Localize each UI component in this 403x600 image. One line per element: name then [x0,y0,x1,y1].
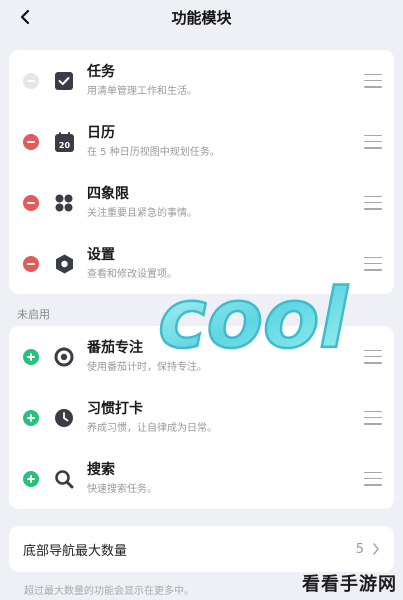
chevron-left-icon [20,9,30,25]
module-row-search[interactable]: 搜索 快速搜索任务。 [9,448,394,509]
chevron-right-icon [373,543,379,555]
four-dots-icon [53,192,75,214]
add-toggle[interactable] [23,470,39,487]
clock-icon [53,407,75,429]
module-desc: 用清单管理工作和生活。 [87,86,197,97]
module-name: 搜索 [87,462,115,478]
calendar-icon: 20 [53,131,75,153]
drag-handle-icon[interactable] [364,256,382,271]
module-name: 习惯打卡 [87,401,143,417]
module-desc: 关注重要且紧急的事情。 [87,208,197,219]
module-name: 四象限 [87,186,129,202]
target-icon [53,346,75,368]
remove-toggle[interactable] [23,255,39,272]
remove-toggle[interactable] [23,194,39,211]
nav-max-value: 5 [355,541,364,557]
drag-handle-icon[interactable] [364,471,382,486]
module-desc: 在 5 种日历视图中规划任务。 [87,147,220,158]
cool-sticker-overlay: cool [157,271,351,369]
module-row-tasks[interactable]: 任务 用清单管理工作和生活。 [9,50,394,111]
search-icon [53,468,75,490]
add-toggle[interactable] [23,348,39,365]
calendar-icon-day: 20 [58,141,70,150]
nav-max-label: 底部导航最大数量 [23,543,128,559]
watermark-text: 看看手游网 [302,574,397,595]
hexagon-settings-icon [53,253,75,275]
drag-handle-icon[interactable] [364,410,382,425]
module-desc: 养成习惯，让自律成为日常。 [87,423,217,434]
add-toggle[interactable] [23,409,39,426]
module-desc: 快速搜索任务。 [87,484,157,495]
page-title: 功能模块 [171,8,232,27]
drag-handle-icon[interactable] [364,195,382,210]
drag-handle-icon[interactable] [364,134,382,149]
module-name: 任务 [87,64,115,80]
bottom-nav-max-count-row[interactable]: 底部导航最大数量 5 [9,526,394,572]
module-row-calendar[interactable]: 20 日历 在 5 种日历视图中规划任务。 [9,111,394,172]
remove-toggle[interactable] [23,133,39,150]
drag-handle-icon[interactable] [364,349,382,364]
header-bar: 功能模块 [0,0,403,34]
drag-handle-icon[interactable] [364,73,382,88]
module-row-quadrant[interactable]: 四象限 关注重要且紧急的事情。 [9,172,394,233]
module-row-habit[interactable]: 习惯打卡 养成习惯，让自律成为日常。 [9,387,394,448]
module-name: 日历 [87,125,115,141]
checkbox-icon [53,70,75,92]
back-button[interactable] [14,6,36,28]
sticker-text: cool [158,272,349,367]
remove-toggle-disabled [23,72,39,89]
